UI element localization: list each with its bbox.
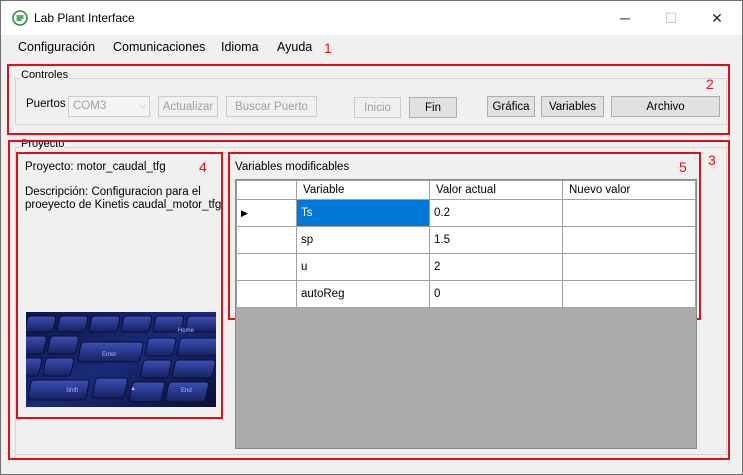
cell-nuevo-valor[interactable] bbox=[562, 226, 696, 254]
menu-ayuda[interactable]: Ayuda bbox=[277, 40, 312, 54]
row-header[interactable] bbox=[236, 253, 297, 281]
cell-valor-actual[interactable]: 0.2 bbox=[429, 199, 563, 227]
minimize-button[interactable]: ─ bbox=[602, 1, 648, 35]
cell-valor-actual[interactable]: 0 bbox=[429, 280, 563, 308]
row-header[interactable]: ▶ bbox=[236, 199, 297, 227]
row-header-corner bbox=[236, 180, 297, 200]
svg-text:Home: Home bbox=[178, 328, 195, 334]
cell-nuevo-valor[interactable] bbox=[562, 280, 696, 308]
table-row[interactable]: autoReg 0 bbox=[236, 280, 696, 308]
title-bar: Lab Plant Interface ─ ☐ ✕ bbox=[1, 1, 742, 35]
variables-button[interactable]: Variables bbox=[541, 96, 604, 117]
inicio-button[interactable]: Inicio bbox=[354, 97, 401, 118]
row-header[interactable] bbox=[236, 226, 297, 254]
cell-variable[interactable]: sp bbox=[296, 226, 430, 254]
close-button[interactable]: ✕ bbox=[694, 1, 740, 35]
variables-grid[interactable]: Variable Valor actual Nuevo valor ▶ Ts 0… bbox=[236, 180, 696, 308]
menu-comunicaciones[interactable]: Comunicaciones bbox=[113, 40, 205, 54]
cell-variable[interactable]: u bbox=[296, 253, 430, 281]
cell-nuevo-valor[interactable] bbox=[562, 199, 696, 227]
callout-1: 1 bbox=[324, 40, 332, 56]
table-row[interactable]: u 2 bbox=[236, 253, 696, 281]
grafica-button[interactable]: Gráfica bbox=[487, 96, 535, 117]
combo-chevron-icon: ⌵ bbox=[139, 100, 146, 110]
callout-3: 3 bbox=[708, 152, 716, 168]
variables-panel-title: Variables modificables bbox=[235, 161, 350, 173]
svg-text:End: End bbox=[181, 388, 192, 394]
table-row[interactable]: sp 1.5 bbox=[236, 226, 696, 254]
keyboard-image: Enter Home Shift End ▲ bbox=[26, 312, 216, 407]
close-icon: ✕ bbox=[711, 9, 723, 26]
project-name: Proyecto: motor_caudal_tfg bbox=[25, 161, 166, 173]
actualizar-button[interactable]: Actualizar bbox=[158, 96, 218, 117]
port-select-value: COM3 bbox=[73, 100, 107, 112]
project-description-line2: proeyecto de Kinetis caudal_motor_tfg bbox=[25, 199, 222, 211]
maximize-button: ☐ bbox=[648, 1, 694, 35]
window-title: Lab Plant Interface bbox=[34, 11, 135, 25]
cell-valor-actual[interactable]: 1.5 bbox=[429, 226, 563, 254]
callout-4: 4 bbox=[199, 159, 207, 175]
menu-idioma[interactable]: Idioma bbox=[221, 40, 259, 54]
row-header[interactable] bbox=[236, 280, 297, 308]
cell-variable[interactable]: Ts bbox=[296, 199, 430, 227]
puertos-label: Puertos bbox=[26, 98, 66, 110]
cell-variable[interactable]: autoReg bbox=[296, 280, 430, 308]
grid-header-row: Variable Valor actual Nuevo valor bbox=[236, 180, 696, 200]
svg-text:Enter: Enter bbox=[102, 352, 116, 358]
buscar-puerto-button[interactable]: Buscar Puerto bbox=[226, 96, 317, 117]
cell-nuevo-valor[interactable] bbox=[562, 253, 696, 281]
app-icon bbox=[12, 10, 28, 26]
column-header-variable[interactable]: Variable bbox=[296, 180, 430, 200]
minimize-icon: ─ bbox=[620, 10, 630, 26]
fin-button[interactable]: Fin bbox=[409, 97, 457, 118]
menu-configuracion[interactable]: Configuración bbox=[18, 40, 95, 54]
current-row-indicator-icon: ▶ bbox=[241, 208, 248, 218]
column-header-nuevo-valor[interactable]: Nuevo valor bbox=[562, 180, 696, 200]
column-header-valor-actual[interactable]: Valor actual bbox=[429, 180, 563, 200]
svg-text:▲: ▲ bbox=[130, 386, 136, 392]
archivo-button[interactable]: Archivo bbox=[611, 96, 720, 117]
app-window: Lab Plant Interface ─ ☐ ✕ Configuración … bbox=[0, 0, 743, 475]
project-description-line1: Descripción: Configuracion para el bbox=[25, 186, 201, 198]
callout-5: 5 bbox=[679, 159, 687, 175]
cell-valor-actual[interactable]: 2 bbox=[429, 253, 563, 281]
table-row[interactable]: ▶ Ts 0.2 bbox=[236, 199, 696, 227]
port-select[interactable]: COM3 ⌵ bbox=[68, 96, 150, 117]
callout-2: 2 bbox=[706, 76, 714, 92]
maximize-icon: ☐ bbox=[664, 9, 678, 26]
svg-text:Shift: Shift bbox=[66, 388, 78, 394]
